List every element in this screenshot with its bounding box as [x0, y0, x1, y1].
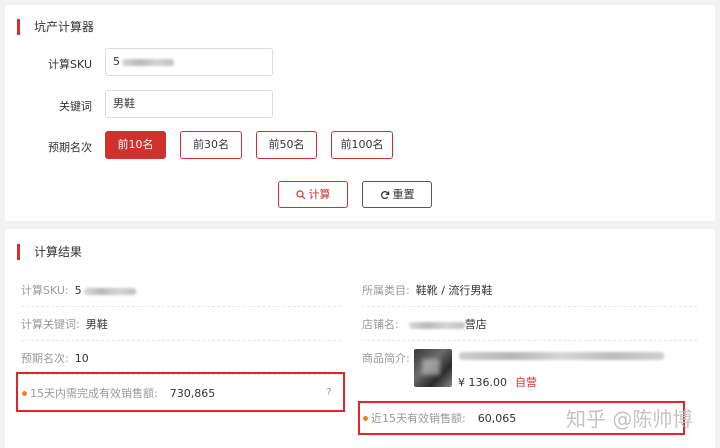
highlight-box	[16, 372, 345, 412]
keyword-input[interactable]: 男鞋	[105, 90, 273, 118]
shop-label: 店铺名:	[362, 318, 399, 331]
product-label: 商品简介:	[362, 352, 410, 365]
shop-name-blurred	[408, 321, 465, 329]
rank-label: 预期名次	[48, 141, 92, 154]
sku-input[interactable]: 5	[105, 48, 273, 76]
category-row: 所属类目: 鞋靴 / 流行男鞋	[362, 284, 492, 298]
rank-top30-button[interactable]: 前30名	[180, 131, 242, 159]
divider	[21, 306, 341, 307]
rank-top10-button[interactable]: 前10名	[105, 131, 166, 159]
result-title: 计算结果	[17, 244, 82, 260]
result-keyword-label: 计算关键词:	[21, 318, 80, 331]
result-rank-value: 10	[74, 352, 89, 365]
category-label: 所属类目:	[362, 284, 410, 297]
divider	[362, 306, 697, 307]
product-price-row: ¥ 136.00 自营	[458, 376, 537, 390]
result-keyword-row: 计算关键词: 男鞋	[21, 318, 108, 332]
product-row: 商品简介:	[362, 352, 410, 366]
result-sku-row: 计算SKU: 5	[21, 284, 136, 298]
product-tag: 自营	[514, 376, 537, 389]
reset-button[interactable]: 重置	[362, 181, 432, 208]
product-title-blurred	[459, 352, 664, 360]
refresh-icon	[380, 191, 389, 200]
result-rank-row: 预期名次: 10	[21, 352, 89, 366]
sku-blurred	[122, 58, 174, 66]
sku-input-value: 5	[113, 55, 120, 68]
product-price: ¥ 136.00	[458, 376, 507, 389]
result-sku-blurred	[83, 287, 136, 295]
calculate-button-label: 计算	[308, 188, 331, 201]
search-icon	[295, 190, 305, 200]
result-keyword-value: 男鞋	[85, 318, 108, 331]
result-sku-label: 计算SKU:	[21, 284, 69, 297]
keyword-label: 关键词	[59, 100, 92, 113]
calculate-button[interactable]: 计算	[278, 181, 348, 208]
divider	[362, 340, 697, 341]
watermark: 知乎 @陈帅博	[566, 407, 693, 431]
shop-name-suffix: 营店	[464, 318, 487, 331]
product-thumbnail[interactable]	[414, 349, 452, 387]
result-sku-value: 5	[74, 284, 82, 297]
reset-button-label: 重置	[392, 188, 415, 201]
shop-row: 店铺名: 营店	[362, 318, 487, 332]
calculator-title: 坑产计算器	[17, 19, 94, 35]
divider	[21, 340, 341, 341]
rank-top50-button[interactable]: 前50名	[256, 131, 317, 159]
sku-label: 计算SKU	[48, 58, 92, 71]
result-rank-label: 预期名次:	[21, 352, 69, 365]
category-value: 鞋靴 / 流行男鞋	[415, 284, 493, 297]
rank-top100-button[interactable]: 前100名	[331, 131, 393, 159]
